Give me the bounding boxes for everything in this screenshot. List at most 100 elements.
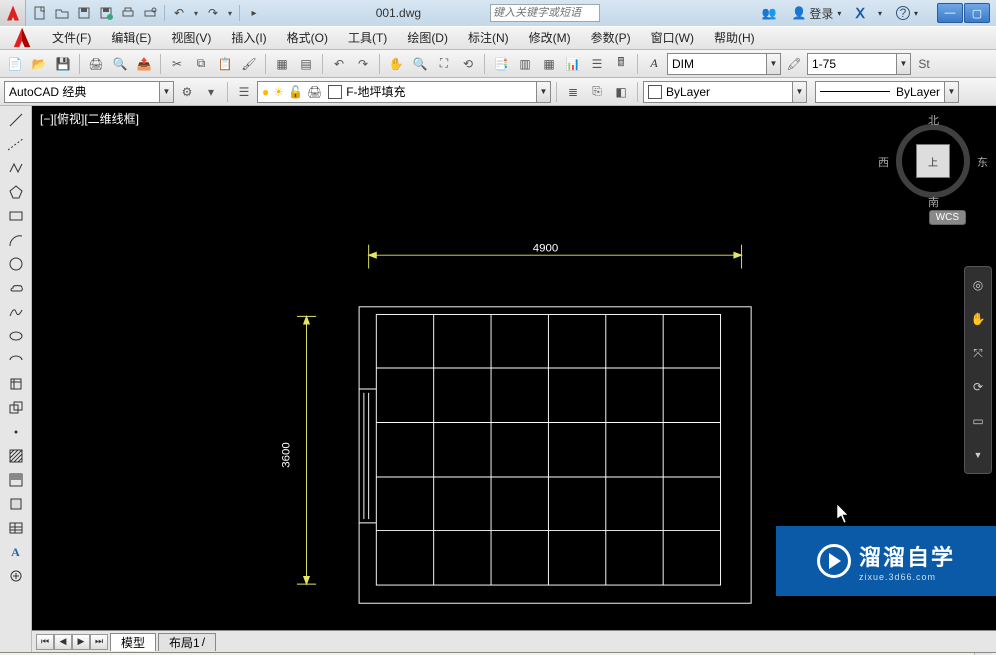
menu-view[interactable]: 视图(V) xyxy=(161,27,221,49)
help-dd-icon[interactable]: ▾ xyxy=(874,3,886,23)
zoom-icon[interactable]: 🔍 xyxy=(409,53,431,75)
insert-block-icon[interactable] xyxy=(5,374,27,394)
line-icon[interactable] xyxy=(5,110,27,130)
layer-prop-icon[interactable]: ☰ xyxy=(233,81,255,103)
annotate-icon[interactable]: A xyxy=(643,53,665,75)
polyline-icon[interactable] xyxy=(5,158,27,178)
chevron-down-icon[interactable]: ▼ xyxy=(793,81,807,103)
qat-more-icon[interactable]: ▸ xyxy=(244,3,264,23)
menu-dim[interactable]: 标注(N) xyxy=(458,27,519,49)
chevron-down-icon[interactable]: ▼ xyxy=(767,53,781,75)
search-input[interactable] xyxy=(490,4,600,22)
chevron-down-icon[interactable]: ▼ xyxy=(897,53,911,75)
redo-icon[interactable]: ↷ xyxy=(352,53,374,75)
ann-scale-icon[interactable]: 🖍 xyxy=(783,53,805,75)
ws-save-icon[interactable]: ▾ xyxy=(200,81,222,103)
showmotion-icon[interactable]: ▭ xyxy=(968,411,988,431)
point-icon[interactable] xyxy=(5,422,27,442)
tab-layout1[interactable]: 布局1/ xyxy=(158,633,216,651)
undo-icon[interactable]: ↶ xyxy=(328,53,350,75)
make-block-icon[interactable] xyxy=(5,398,27,418)
view-cube[interactable]: 北 南 西 东 上 xyxy=(888,116,978,206)
vc-south[interactable]: 南 xyxy=(928,194,939,210)
orbit-icon[interactable]: ⟳ xyxy=(968,377,988,397)
arc-icon[interactable] xyxy=(5,230,27,250)
menu-param[interactable]: 参数(P) xyxy=(581,27,641,49)
tab-last-icon[interactable]: ⏭ xyxy=(90,634,108,650)
layer-dropdown[interactable]: ● ☀ 🔓 🖨 F-地坪填充 ▼ xyxy=(257,81,551,103)
vc-north[interactable]: 北 xyxy=(928,112,939,128)
sheet-set-icon[interactable]: 📊 xyxy=(562,53,584,75)
prop-icon[interactable]: 📑 xyxy=(490,53,512,75)
minimize-button[interactable]: — xyxy=(937,3,963,23)
match-icon[interactable]: 🖌 xyxy=(238,53,260,75)
plot-preview-icon[interactable] xyxy=(140,3,160,23)
zoom-prev-icon[interactable]: ⟲ xyxy=(457,53,479,75)
gear-icon[interactable]: ⚙ xyxy=(176,81,198,103)
redo-icon[interactable]: ↷ xyxy=(203,3,223,23)
wheel-icon[interactable]: ◎ xyxy=(968,275,988,295)
menu-window[interactable]: 窗口(W) xyxy=(641,27,704,49)
menu-insert[interactable]: 插入(I) xyxy=(221,27,276,49)
addselected-icon[interactable] xyxy=(5,566,27,586)
mtext-icon[interactable]: A xyxy=(5,542,27,562)
tab-model[interactable]: 模型 xyxy=(110,633,156,651)
circle-icon[interactable] xyxy=(5,254,27,274)
menu-draw[interactable]: 绘图(D) xyxy=(397,27,458,49)
exchange-icon[interactable]: Ⅹ xyxy=(851,3,868,23)
copy-icon[interactable]: ⧉ xyxy=(190,53,212,75)
chevron-down-icon[interactable]: ▼ xyxy=(160,81,174,103)
layer-iso-icon[interactable]: ⎘ xyxy=(586,81,608,103)
block-icon[interactable]: ▦ xyxy=(271,53,293,75)
open-icon[interactable] xyxy=(52,3,72,23)
pan-icon[interactable]: ✋ xyxy=(385,53,407,75)
revcloud-icon[interactable] xyxy=(5,278,27,298)
publish-icon[interactable]: 📤 xyxy=(133,53,155,75)
spline-icon[interactable] xyxy=(5,302,27,322)
region-icon[interactable] xyxy=(5,494,27,514)
plot-icon[interactable]: 🖨 xyxy=(85,53,107,75)
construction-line-icon[interactable] xyxy=(5,134,27,154)
save-icon[interactable] xyxy=(74,3,94,23)
print-icon[interactable] xyxy=(118,3,138,23)
menu-file[interactable]: 文件(F) xyxy=(42,27,101,49)
ellipse-icon[interactable] xyxy=(5,326,27,346)
scale-dropdown[interactable]: 1-75 ▼ xyxy=(807,53,911,75)
tab-first-icon[interactable]: ⏮ xyxy=(36,634,54,650)
dimstyle-dropdown[interactable]: DIM ▼ xyxy=(667,53,781,75)
maximize-button[interactable]: ▢ xyxy=(964,3,990,23)
preview-icon[interactable]: 🔍 xyxy=(109,53,131,75)
save-icon[interactable]: 💾 xyxy=(52,53,74,75)
open-icon[interactable]: 📂 xyxy=(28,53,50,75)
vc-east[interactable]: 东 xyxy=(977,154,988,170)
redo-dd-icon[interactable]: ▾ xyxy=(225,3,235,23)
gradient-icon[interactable] xyxy=(5,470,27,490)
tab-next-icon[interactable]: ▶ xyxy=(72,634,90,650)
table-icon[interactable] xyxy=(5,518,27,538)
saveas-icon[interactable] xyxy=(96,3,116,23)
paste-icon[interactable]: 📋 xyxy=(214,53,236,75)
pan-icon[interactable]: ✋ xyxy=(968,309,988,329)
vc-west[interactable]: 西 xyxy=(878,154,889,170)
menu-help[interactable]: 帮助(H) xyxy=(704,27,765,49)
model-viewport[interactable]: [−][俯视][二维线框] 4900 3600 xyxy=(32,106,996,630)
app-menu-button[interactable] xyxy=(0,0,26,26)
ref-icon[interactable]: ▤ xyxy=(295,53,317,75)
vc-top-face[interactable]: 上 xyxy=(916,144,950,178)
menu-tools[interactable]: 工具(T) xyxy=(338,27,397,49)
infocenter-icon[interactable]: 👥 xyxy=(757,3,781,23)
undo-icon[interactable]: ↶ xyxy=(169,3,189,23)
navbar-chevron-icon[interactable]: ▼ xyxy=(968,445,988,465)
polygon-icon[interactable] xyxy=(5,182,27,202)
layer-states-icon[interactable]: ≣ xyxy=(562,81,584,103)
rectangle-icon[interactable] xyxy=(5,206,27,226)
zoom-window-icon[interactable]: ⛶ xyxy=(433,53,455,75)
calc-icon[interactable]: 🖩 xyxy=(610,53,632,75)
ellipse-arc-icon[interactable] xyxy=(5,350,27,370)
new-icon[interactable] xyxy=(30,3,50,23)
tab-prev-icon[interactable]: ◀ xyxy=(54,634,72,650)
menu-modify[interactable]: 修改(M) xyxy=(519,27,581,49)
chevron-down-icon[interactable]: ▼ xyxy=(537,81,551,103)
markup-icon[interactable]: ☰ xyxy=(586,53,608,75)
menu-format[interactable]: 格式(O) xyxy=(277,27,338,49)
